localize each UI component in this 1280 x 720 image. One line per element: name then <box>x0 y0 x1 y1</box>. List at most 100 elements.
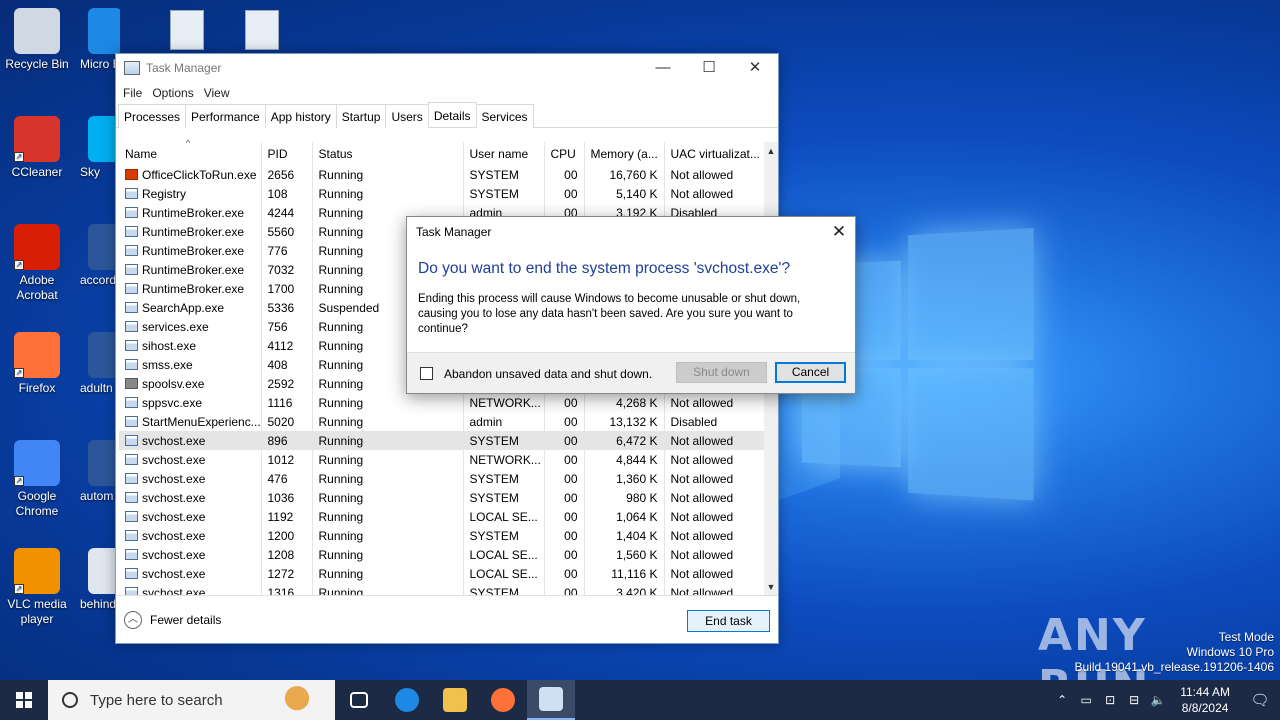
cell-cpu: 00 <box>544 393 585 412</box>
show-hidden-icons-button[interactable]: ⌃ <box>1050 693 1074 707</box>
cancel-button[interactable]: Cancel <box>775 362 846 383</box>
tablet-icon[interactable]: ▭ <box>1074 693 1098 707</box>
taskbar-task-manager-button[interactable] <box>527 680 575 720</box>
cell-user: NETWORK... <box>463 393 545 412</box>
image-file-icon[interactable] <box>245 10 279 50</box>
usb-icon[interactable]: ⊡ <box>1098 693 1122 707</box>
network-icon[interactable]: ⊟ <box>1122 693 1146 707</box>
search-highlight-icon <box>277 682 317 718</box>
desktop-icon-partial[interactable]: behind <box>80 548 120 612</box>
desktop-icon-partial[interactable]: Sky <box>80 116 120 180</box>
tab-app-history[interactable]: App history <box>264 104 337 128</box>
cell-status: Running <box>312 564 464 583</box>
desktop-icon-partial[interactable]: Micro Edg <box>80 8 120 72</box>
table-row[interactable]: svchost.exe 1012 Running NETWORK... 00 4,844 … <box>119 450 764 469</box>
tab-services[interactable]: Services <box>475 104 534 128</box>
taskbar-task-view-button[interactable] <box>335 680 383 720</box>
scroll-up-icon[interactable]: ▲ <box>764 144 778 158</box>
end-task-button[interactable]: End task <box>687 610 770 632</box>
table-row[interactable]: StartMenuExperienc... 5020 Running admin 00 1… <box>119 412 764 431</box>
image-file-icon[interactable] <box>170 10 204 50</box>
search-box[interactable]: Type here to search <box>48 680 335 720</box>
table-row[interactable]: svchost.exe 1200 Running SYSTEM 00 1,404 K Not… <box>119 526 764 545</box>
abandon-data-label[interactable]: Abandon unsaved data and shut down. <box>444 367 652 381</box>
cell-pid: 2656 <box>261 165 313 184</box>
desktop-icon-vlc-media-player[interactable]: ↗ VLC media player <box>0 548 74 627</box>
dialog-message: Ending this process will cause Windows t… <box>418 293 801 335</box>
process-name: RuntimeBroker.exe <box>142 243 245 258</box>
process-icon <box>125 510 138 522</box>
scroll-down-icon[interactable]: ▼ <box>764 580 778 594</box>
table-row[interactable]: Registry 108 Running SYSTEM 00 5,140 K Not all… <box>119 184 764 203</box>
table-row[interactable]: svchost.exe 1192 Running LOCAL SE... 00 1,064… <box>119 507 764 526</box>
column-user-name[interactable]: User name <box>463 142 545 165</box>
cell-user: LOCAL SE... <box>463 507 545 526</box>
volume-icon[interactable]: 🔈 <box>1146 693 1170 707</box>
desktop-icon-partial[interactable]: autom <box>80 440 120 504</box>
desktop-icon-firefox[interactable]: ↗ Firefox <box>0 332 74 396</box>
cell-pid: 4112 <box>261 336 313 355</box>
minimize-button[interactable]: — <box>640 54 686 82</box>
tab-performance[interactable]: Performance <box>185 104 266 128</box>
table-row[interactable]: sppsvc.exe 1116 Running NETWORK... 00 4,268 K… <box>119 393 764 412</box>
table-row[interactable]: svchost.exe 1208 Running LOCAL SE... 00 1,560… <box>119 545 764 564</box>
menu-options[interactable]: Options <box>147 86 198 100</box>
desktop-icon-ccleaner[interactable]: ↗ CCleaner <box>0 116 74 180</box>
taskbar-file-explorer-button[interactable] <box>431 680 479 720</box>
watermark-line1: Test Mode <box>1218 630 1274 644</box>
desktop-icon-label: accord <box>80 273 117 287</box>
column-memory[interactable]: Memory (a... <box>584 142 665 165</box>
cell-pid: 776 <box>261 241 313 260</box>
desktop-icon-recycle-bin[interactable]: Recycle Bin <box>0 8 74 72</box>
end-process-dialog[interactable]: Task Manager ✕ Do you want to end the sy… <box>406 216 856 394</box>
table-row[interactable]: svchost.exe 896 Running SYSTEM 00 6,472 K Not … <box>119 431 764 450</box>
clock[interactable]: 11:44 AM 8/8/2024 <box>1170 684 1240 716</box>
process-icon <box>125 548 138 560</box>
tab-users[interactable]: Users <box>385 104 429 128</box>
dialog-close-button[interactable]: ✕ <box>829 221 849 243</box>
tab-processes[interactable]: Processes <box>118 104 187 128</box>
menu-view[interactable]: View <box>199 86 235 100</box>
close-button[interactable]: ✕ <box>732 54 778 82</box>
cell-name: svchost.exe <box>119 564 262 583</box>
column-pid[interactable]: PID <box>261 142 313 165</box>
cell-uac: Not allowed <box>664 526 764 545</box>
cell-memory: 1,404 K <box>584 526 665 545</box>
cell-uac: Not allowed <box>664 507 764 526</box>
notification-icon[interactable]: 🗨 <box>1240 691 1280 709</box>
cell-pid: 896 <box>261 431 313 450</box>
cell-cpu: 00 <box>544 488 585 507</box>
table-row[interactable]: svchost.exe 1272 Running LOCAL SE... 00 11,11… <box>119 564 764 583</box>
desktop-icon-partial[interactable]: adultn <box>80 332 120 396</box>
tab-details[interactable]: Details <box>427 102 477 127</box>
maximize-button[interactable]: ☐ <box>686 54 732 82</box>
abandon-data-checkbox[interactable] <box>420 367 433 380</box>
start-button[interactable] <box>0 680 48 720</box>
table-row[interactable]: svchost.exe 476 Running SYSTEM 00 1,360 K Not … <box>119 469 764 488</box>
desktop-icon-partial[interactable]: accord <box>80 224 120 288</box>
taskbar-firefox-button[interactable] <box>479 680 527 720</box>
office-icon <box>125 168 138 180</box>
firefox-icon: ↗ <box>14 332 60 378</box>
taskbar-edge-button[interactable] <box>383 680 431 720</box>
table-row[interactable]: OfficeClickToRun.exe 2656 Running SYSTEM 00 1… <box>119 165 764 184</box>
fewer-details-button[interactable]: ︿ Fewer details <box>124 611 221 629</box>
cell-cpu: 00 <box>544 526 585 545</box>
cell-pid: 476 <box>261 469 313 488</box>
column-uac-virtualization[interactable]: UAC virtualizat... <box>664 142 764 165</box>
menu-file[interactable]: File <box>118 86 147 100</box>
desktop-icon-google-chrome[interactable]: ↗ Google Chrome <box>0 440 74 519</box>
title-bar[interactable]: Task Manager — ☐ ✕ <box>116 54 778 82</box>
cell-name: RuntimeBroker.exe <box>119 241 262 260</box>
column-status[interactable]: Status <box>312 142 464 165</box>
desktop-icon-adobe-acrobat[interactable]: ↗ Adobe Acrobat <box>0 224 74 303</box>
tab-startup[interactable]: Startup <box>335 104 387 128</box>
table-row[interactable]: svchost.exe 1036 Running SYSTEM 00 980 K Not a… <box>119 488 764 507</box>
column-name[interactable]: Name <box>119 142 262 165</box>
cell-memory: 6,472 K <box>584 431 665 450</box>
cell-name: smss.exe <box>119 355 262 374</box>
cell-memory: 980 K <box>584 488 665 507</box>
column-cpu[interactable]: CPU <box>544 142 585 165</box>
process-icon <box>125 282 138 294</box>
cell-name: svchost.exe <box>119 431 262 450</box>
